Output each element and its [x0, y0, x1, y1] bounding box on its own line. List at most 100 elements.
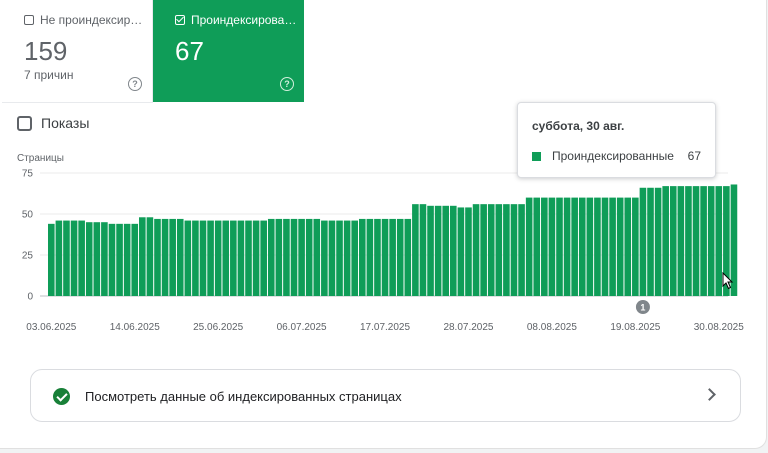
chart-bar[interactable] — [434, 205, 442, 296]
chart-bar[interactable] — [161, 218, 169, 296]
chart-bar[interactable] — [450, 205, 457, 296]
chart-bar[interactable] — [267, 218, 275, 296]
chart-bar[interactable] — [351, 220, 358, 296]
chart-bar[interactable] — [192, 220, 199, 296]
chart-bar[interactable] — [358, 218, 366, 296]
chart-bar[interactable] — [108, 223, 116, 296]
chart-bar[interactable] — [525, 197, 533, 296]
unindexed-pages-tile[interactable]: Не проиндексир… 159 7 причин ? — [2, 0, 153, 103]
impressions-toggle[interactable]: Показы — [17, 115, 89, 131]
chart-bar[interactable] — [55, 220, 63, 296]
chart-bar[interactable] — [571, 197, 578, 296]
chart-bar[interactable] — [685, 186, 692, 296]
indexed-pages-tile[interactable]: Проиндексирова… 67 ? — [153, 0, 304, 102]
chart-bar[interactable] — [533, 197, 541, 296]
chart-bar[interactable] — [707, 186, 715, 296]
chart-bar[interactable] — [184, 220, 192, 296]
help-icon[interactable]: ? — [280, 77, 294, 91]
chart-bar[interactable] — [419, 204, 427, 296]
unindexed-checkbox[interactable] — [24, 15, 34, 25]
chart-bar[interactable] — [305, 218, 313, 296]
chart-bar[interactable] — [480, 204, 487, 296]
chart-bar[interactable] — [578, 197, 586, 296]
chart-bar[interactable] — [404, 218, 412, 296]
chart-bar[interactable] — [541, 197, 548, 296]
chart-bar[interactable] — [214, 220, 222, 296]
chart-bar[interactable] — [154, 218, 161, 296]
chart-bar[interactable] — [616, 197, 624, 296]
chart-bar[interactable] — [472, 204, 480, 296]
chart-bar[interactable] — [328, 220, 336, 296]
indexed-checkbox[interactable] — [175, 15, 185, 25]
impressions-checkbox[interactable] — [17, 115, 32, 131]
chart-bar[interactable] — [101, 222, 108, 296]
chart-bar[interactable] — [601, 197, 609, 296]
chart-bar[interactable] — [343, 220, 351, 296]
chart-bar[interactable] — [556, 197, 563, 296]
chart-bar[interactable] — [275, 218, 283, 296]
chart-bar[interactable] — [199, 220, 207, 296]
chart-bar[interactable] — [169, 218, 176, 296]
chart-bar[interactable] — [563, 197, 571, 296]
tooltip-value: 67 — [687, 149, 701, 163]
chart-bar[interactable] — [116, 223, 123, 296]
chart-bar[interactable] — [624, 197, 632, 296]
chart-bar[interactable] — [609, 197, 616, 296]
chart-bar[interactable] — [662, 186, 669, 296]
chart-bar[interactable] — [692, 186, 700, 296]
chart-bar[interactable] — [313, 218, 321, 296]
chart-bar[interactable] — [139, 217, 146, 296]
chart-bar[interactable] — [176, 218, 184, 296]
chart-bar[interactable] — [442, 205, 450, 296]
chart-bar[interactable] — [93, 222, 101, 296]
chart-bar[interactable] — [283, 218, 290, 296]
chart-bar[interactable] — [632, 197, 639, 296]
unindexed-reasons: 7 причин — [24, 68, 74, 82]
chart-bar[interactable] — [677, 186, 685, 296]
chart-bar[interactable] — [366, 218, 374, 296]
chart-bar[interactable] — [252, 220, 260, 296]
chart-bar[interactable] — [700, 186, 707, 296]
chart-bar[interactable] — [548, 197, 556, 296]
chart-bar[interactable] — [78, 220, 85, 296]
chart-bar[interactable] — [230, 220, 237, 296]
chart-bar[interactable] — [412, 204, 419, 296]
chart-bar[interactable] — [245, 220, 252, 296]
chart-bar[interactable] — [518, 204, 525, 296]
chart-bar[interactable] — [465, 207, 472, 296]
chart-bar[interactable] — [85, 222, 93, 296]
indexed-pages-chart[interactable]: 0 25 50 75 03.06.2025 14.06.2025 25.06.2025 06.… — [0, 160, 768, 345]
help-icon[interactable]: ? — [128, 77, 142, 91]
chart-bar[interactable] — [48, 223, 55, 296]
chart-bar[interactable] — [381, 218, 389, 296]
chart-bar[interactable] — [222, 220, 230, 296]
chart-bar[interactable] — [427, 205, 434, 296]
chart-bar[interactable] — [487, 204, 495, 296]
chart-bar[interactable] — [647, 187, 654, 296]
chart-bar[interactable] — [146, 217, 154, 296]
chart-bar[interactable] — [290, 218, 298, 296]
chart-bar[interactable] — [396, 218, 404, 296]
chart-bar[interactable] — [298, 218, 305, 296]
chart-bar[interactable] — [654, 187, 662, 296]
chart-bar[interactable] — [237, 220, 245, 296]
chart-bar[interactable] — [374, 218, 381, 296]
chart-bar[interactable] — [336, 220, 343, 296]
chart-bar[interactable] — [457, 207, 465, 296]
chart-bar[interactable] — [123, 223, 131, 296]
view-indexed-pages-link[interactable]: Посмотреть данные об индексированных стр… — [30, 369, 741, 422]
chart-bar[interactable] — [495, 204, 503, 296]
chart-bar[interactable] — [131, 223, 139, 296]
chart-bar[interactable] — [639, 187, 647, 296]
chart-bar[interactable] — [207, 220, 214, 296]
chart-bar[interactable] — [594, 197, 601, 296]
chart-bar[interactable] — [503, 204, 510, 296]
chart-bar[interactable] — [586, 197, 594, 296]
chart-bar[interactable] — [669, 186, 677, 296]
chart-bar[interactable] — [510, 204, 518, 296]
chart-bar[interactable] — [63, 220, 70, 296]
chart-bar[interactable] — [70, 220, 78, 296]
chart-bar[interactable] — [321, 220, 328, 296]
chart-bar[interactable] — [260, 220, 267, 296]
chart-bar[interactable] — [389, 218, 396, 296]
